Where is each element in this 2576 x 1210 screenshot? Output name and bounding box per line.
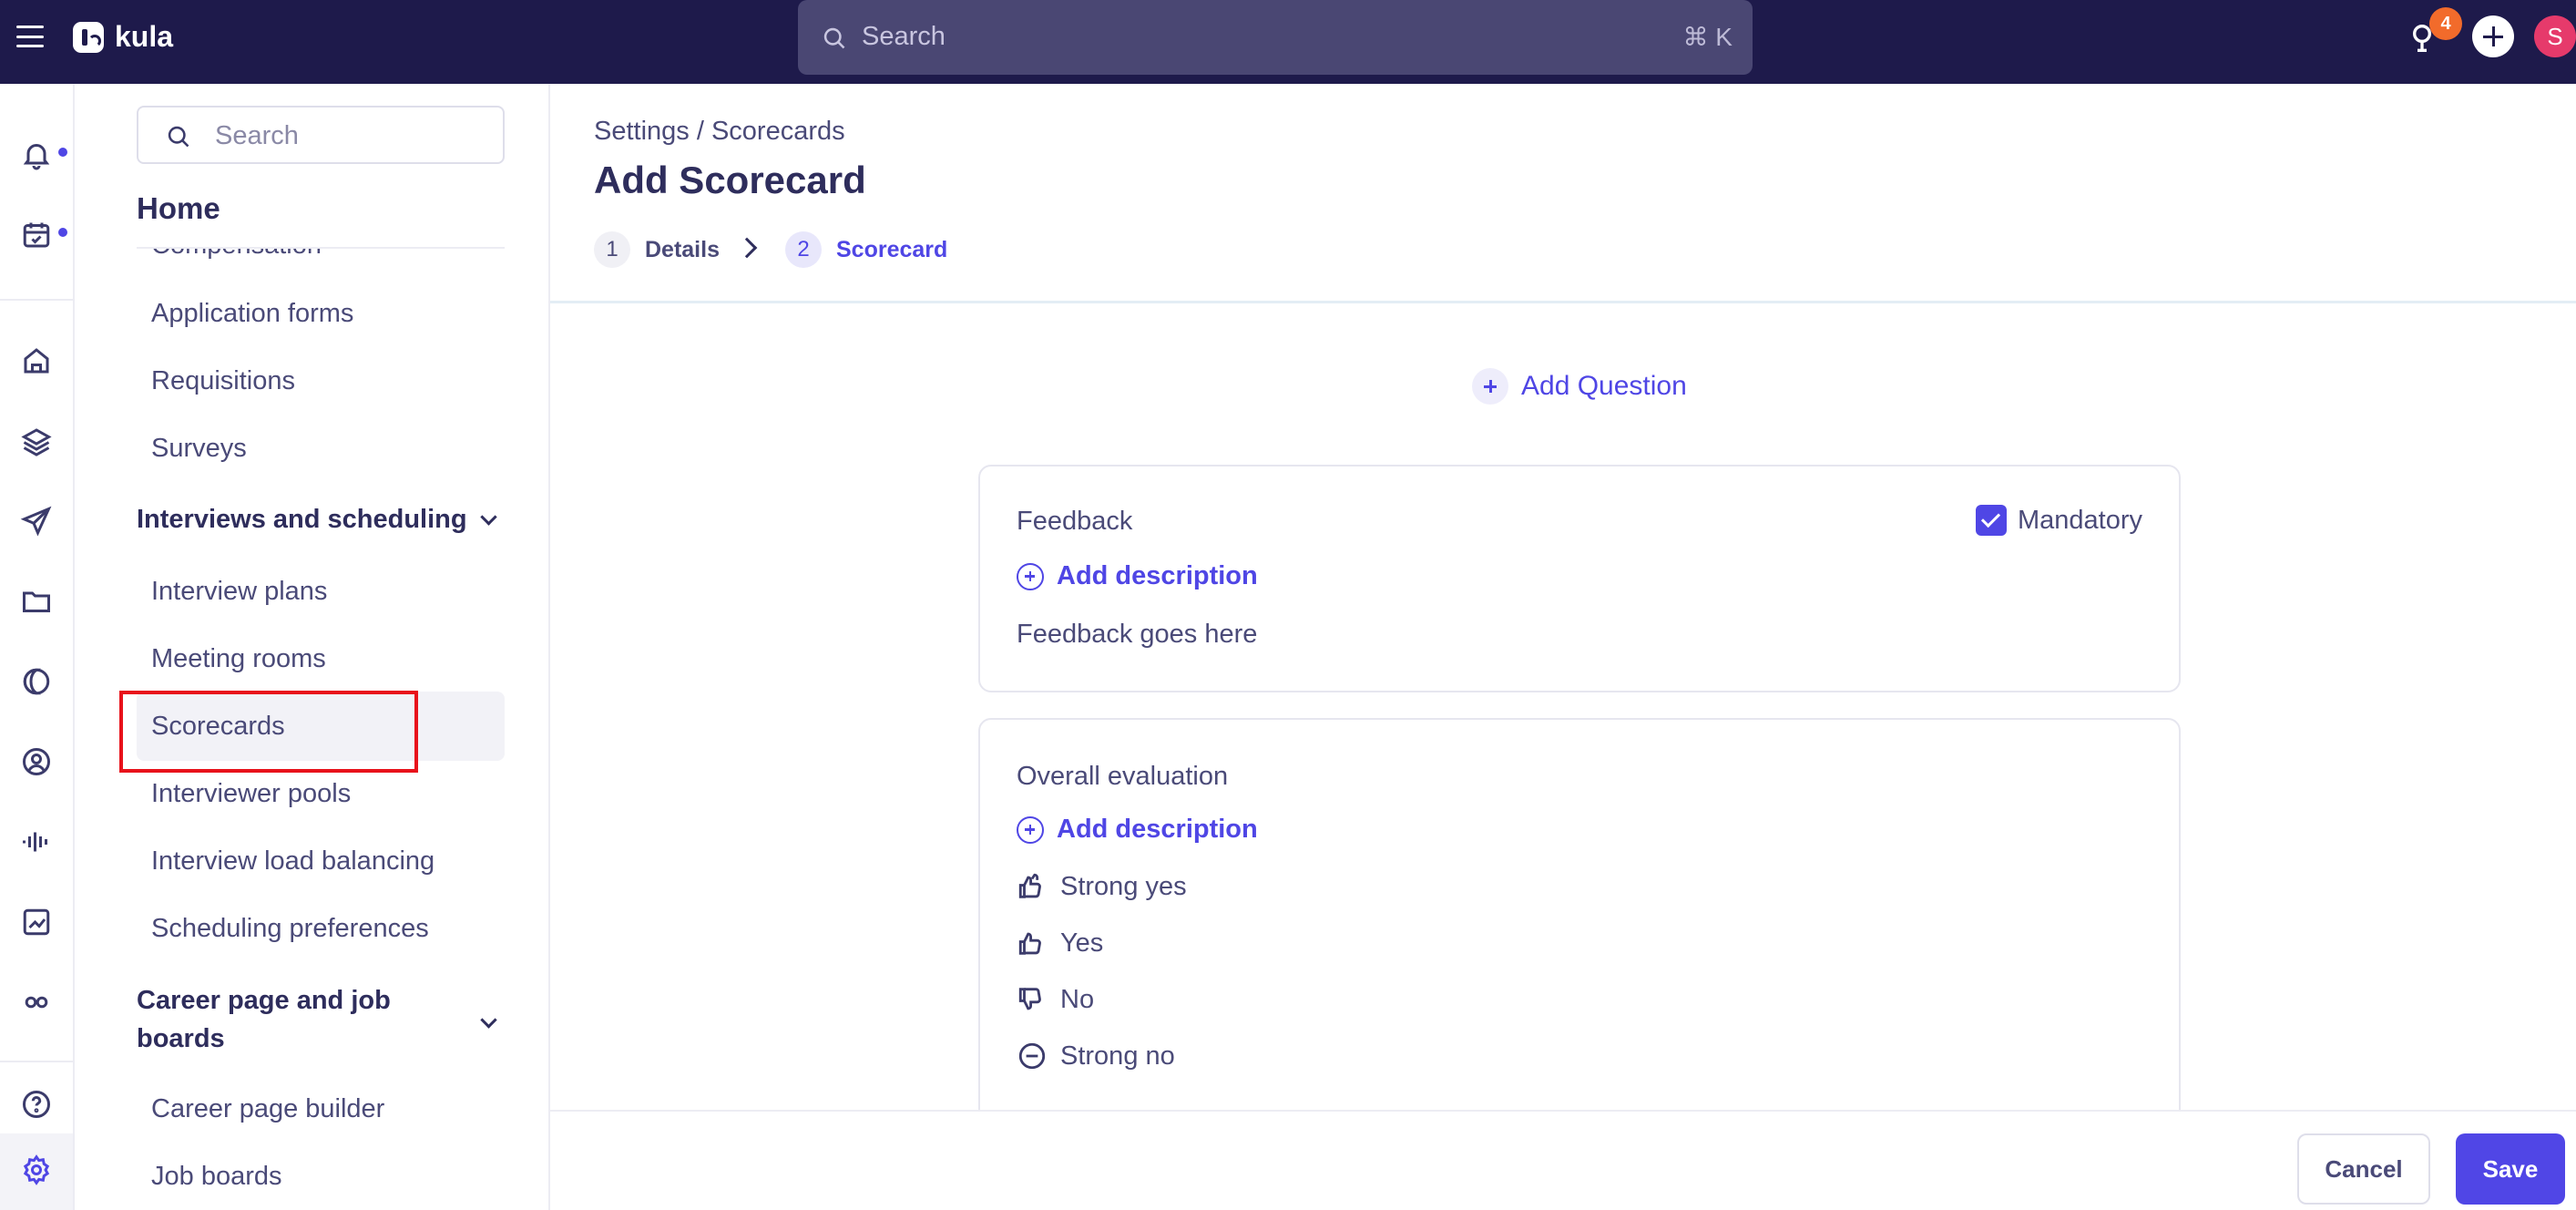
option-label: Strong no [1060,1041,1175,1071]
header-divider [550,301,2576,303]
sidebar-group-interviews-scheduling[interactable]: Interviews and scheduling [137,500,467,538]
user-avatar[interactable]: S [2534,15,2576,57]
plus-circle-icon [1017,815,1044,844]
step-number: 2 [785,231,822,268]
sidebar-item-interview-plans[interactable]: Interview plans [151,577,327,607]
half-circle-icon[interactable] [20,665,56,702]
search-shortcut-hint: ⌘ K [1682,23,1733,51]
sidebar-item-compensation[interactable]: Compensation [151,249,322,261]
page-title: Add Scorecard [594,159,866,201]
top-bar: kula Search ⌘ K 4 S [0,0,2576,84]
sidebar-group-career-page[interactable]: Career page and job boards [137,981,428,1058]
question-card-feedback[interactable]: Feedback Mandatory Add description Feedb… [978,465,2181,692]
minus-circle-icon [1018,1042,1046,1070]
user-circle-icon[interactable] [20,745,56,782]
calendar-unread-dot [58,228,67,237]
settings-nav-item[interactable] [0,1133,73,1210]
add-question-label: Add Question [1521,371,1687,401]
option-label: No [1060,984,1095,1014]
mandatory-toggle[interactable]: Mandatory [1975,505,2142,536]
add-description-button[interactable]: Add description [1017,815,1258,845]
sidebar-item-application-forms[interactable]: Application forms [151,299,353,329]
folder-icon[interactable] [20,585,56,621]
chevron-down-icon[interactable] [479,1014,497,1032]
home-icon[interactable] [20,344,56,381]
plus-circle-icon [1017,562,1044,590]
audio-wave-icon[interactable] [20,825,56,862]
sidebar-item-meeting-rooms[interactable]: Meeting rooms [151,644,326,674]
question-title: Feedback [1017,507,1133,536]
step-number: 1 [594,231,630,268]
create-new-button[interactable] [2472,15,2514,57]
plus-icon [1472,368,1508,405]
sidebar-divider [548,84,550,1210]
layers-icon[interactable] [20,425,56,461]
question-title: Overall evaluation [1017,762,1229,791]
feedback-placeholder-text: Feedback goes here [1017,620,1258,649]
send-icon[interactable] [20,505,56,541]
app-logo[interactable]: kula [73,20,173,54]
step-label: Details [645,236,720,262]
search-icon [168,126,189,148]
search-placeholder: Search [862,22,946,51]
form-footer [550,1110,2576,1210]
global-search-input[interactable]: Search ⌘ K [798,0,1753,75]
help-icon[interactable] [20,1088,56,1124]
add-description-label: Add description [1057,561,1258,590]
app-name: kula [115,20,174,53]
sidebar-item-interviewer-pools[interactable]: Interviewer pools [151,779,351,809]
option-label: Strong yes [1060,871,1187,901]
sidebar-item-scheduling-preferences[interactable]: Scheduling preferences [151,914,429,944]
search-icon [823,27,845,49]
step-details[interactable]: 1 Details [594,231,720,268]
sidebar-item-interview-load-balancing[interactable]: Interview load balancing [151,846,434,877]
rail-divider [0,299,73,301]
evaluation-option-no: No [1017,984,1094,1015]
mandatory-checkbox[interactable] [1975,505,2007,536]
mandatory-label: Mandatory [2017,505,2142,535]
breadcrumb[interactable]: Settings / Scorecards [594,117,845,147]
evaluation-option-yes: Yes [1017,928,1103,959]
cancel-button[interactable]: Cancel [2297,1133,2430,1205]
sidebar-home-link[interactable]: Home [137,191,220,226]
sidebar-item-requisitions[interactable]: Requisitions [151,366,295,396]
sidebar-item-job-boards[interactable]: Job boards [151,1162,282,1192]
evaluation-option-strong-yes: Strong yes [1017,871,1187,902]
bell-icon[interactable] [20,138,56,175]
add-description-label: Add description [1057,815,1258,844]
notification-badge: 4 [2429,7,2462,40]
calendar-check-icon[interactable] [20,219,56,255]
kula-logo-icon [73,21,104,53]
save-button[interactable]: Save [2456,1133,2565,1205]
question-card-overall-evaluation[interactable]: Overall evaluation Add description Stron… [978,718,2181,1137]
sidebar-item-surveys[interactable]: Surveys [151,434,247,464]
chevron-down-icon[interactable] [479,511,497,529]
thumbs-down-icon [1018,988,1041,1010]
thumbs-up-icon [1018,932,1041,955]
gear-icon [20,1154,56,1190]
sidebar-search-placeholder: Search [215,121,299,150]
step-label: Scorecard [836,236,948,262]
rail-divider [0,1061,73,1062]
sidebar-search-input[interactable]: Search [137,106,505,164]
annotation-highlight-box [119,691,418,773]
double-thumbs-up-icon [1018,873,1041,898]
step-scorecard[interactable]: 2 Scorecard [785,231,947,268]
bell-unread-dot [58,148,67,157]
option-label: Yes [1060,928,1104,958]
sidebar-item-career-page-builder[interactable]: Career page builder [151,1094,384,1124]
add-description-button[interactable]: Add description [1017,561,1258,591]
chart-icon[interactable] [20,906,56,942]
menu-icon[interactable] [16,26,44,47]
add-question-button[interactable]: Add Question [1472,368,1687,405]
infinity-icon[interactable] [20,986,56,1022]
icon-rail [0,84,75,1210]
chevron-right-icon [736,237,758,259]
evaluation-option-strong-no: Strong no [1017,1041,1175,1072]
